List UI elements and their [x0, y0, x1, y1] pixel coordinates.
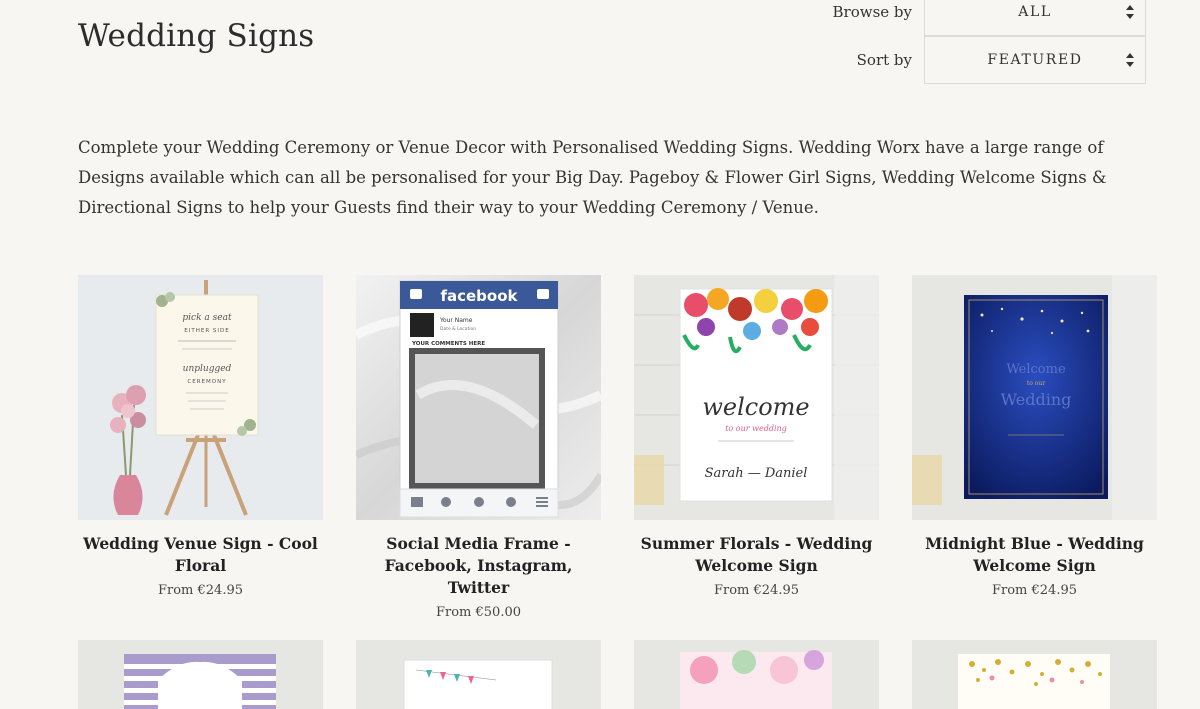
sign-text: to our: [1027, 380, 1045, 387]
sign-text: to our wedding: [725, 424, 787, 433]
facebook-logo-text: facebook: [440, 287, 518, 305]
product-title[interactable]: Summer Florals - Wedding Welcome Sign: [634, 533, 879, 577]
product-title[interactable]: Wedding Venue Sign - Cool Floral: [78, 533, 323, 577]
sort-by-value: FEATURED: [987, 52, 1083, 68]
sort-by-select[interactable]: FEATURED: [924, 36, 1146, 84]
sign-text: unplugged: [183, 364, 232, 374]
product-image[interactable]: welcome to our wedding Sarah — Daniel: [634, 275, 879, 520]
product-card[interactable]: Welcome to our Wedding Midnight Blue - W…: [912, 275, 1157, 598]
sign-text: pick a seat: [182, 313, 232, 323]
product-image[interactable]: pick a seat EITHER SIDE unplugged CEREMO…: [78, 275, 323, 520]
product-title[interactable]: Midnight Blue - Wedding Welcome Sign: [912, 533, 1157, 577]
sign-text: Welcome: [1006, 362, 1066, 377]
comments-text: YOUR COMMENTS HERE: [411, 341, 485, 347]
browse-by-select[interactable]: ALL: [924, 0, 1146, 36]
sort-by-filter: Sort by FEATURED: [820, 36, 1146, 84]
sign-text: CEREMONY: [187, 379, 226, 385]
product-image[interactable]: [78, 640, 323, 709]
friends-icon: [441, 497, 451, 507]
news-icon: [411, 497, 423, 507]
messenger-icon: [474, 497, 484, 507]
sort-by-label: Sort by: [856, 51, 912, 69]
product-card[interactable]: facebook Your Name Date & Location YOUR …: [356, 275, 601, 620]
sign-text: welcome: [702, 393, 809, 421]
sign-text: Sarah — Daniel: [705, 466, 808, 481]
product-image[interactable]: [912, 640, 1157, 709]
select-arrows-icon: [1126, 5, 1134, 19]
profile-date: Date & Location: [440, 326, 476, 332]
product-card[interactable]: [634, 640, 879, 709]
product-image[interactable]: [356, 640, 601, 709]
product-card[interactable]: [912, 640, 1157, 709]
sign-text: EITHER SIDE: [184, 328, 229, 334]
camera-icon: [410, 289, 422, 299]
product-card[interactable]: [78, 640, 323, 709]
sign-text: Wedding: [1001, 390, 1072, 409]
page-title: Wedding Signs: [78, 18, 315, 54]
product-card[interactable]: [356, 640, 601, 709]
browse-by-value: ALL: [1018, 4, 1052, 20]
product-price: From €50.00: [435, 605, 521, 620]
profile-name: Your Name: [439, 317, 473, 324]
product-card[interactable]: pick a seat EITHER SIDE unplugged CEREMO…: [78, 275, 323, 598]
inbox-icon: [537, 289, 549, 299]
product-image[interactable]: [634, 640, 879, 709]
browse-by-filter: Browse by ALL: [820, 0, 1146, 36]
menu-icon: [536, 497, 548, 499]
product-price: From €24.95: [713, 583, 799, 598]
browse-by-label: Browse by: [832, 3, 912, 21]
product-image[interactable]: Welcome to our Wedding: [912, 275, 1157, 520]
product-card[interactable]: welcome to our wedding Sarah — Daniel Su…: [634, 275, 879, 598]
product-title[interactable]: Social Media Frame - Facebook, Instagram…: [356, 533, 601, 599]
product-price: From €24.95: [991, 583, 1077, 598]
product-image[interactable]: facebook Your Name Date & Location YOUR …: [356, 275, 601, 520]
category-description: Complete your Wedding Ceremony or Venue …: [78, 138, 1107, 217]
product-price: From €24.95: [157, 583, 243, 598]
select-arrows-icon: [1126, 53, 1134, 67]
globe-icon: [506, 497, 516, 507]
